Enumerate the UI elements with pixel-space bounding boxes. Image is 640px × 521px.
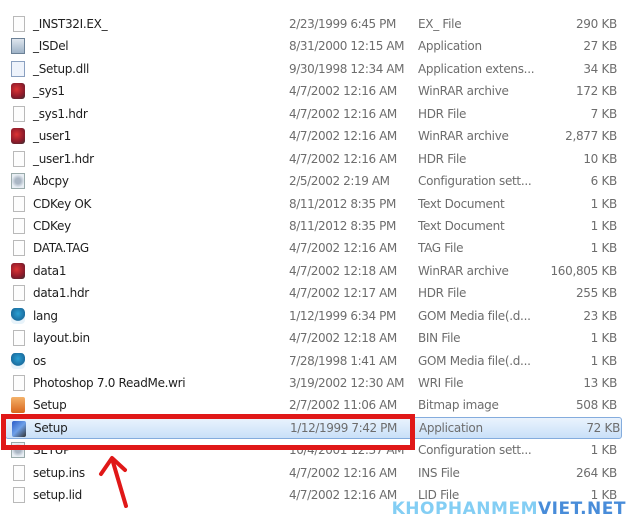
- watermark: KHOPHANMEMVIET.NET: [391, 499, 626, 519]
- red-arrow-annotation: [99, 456, 128, 508]
